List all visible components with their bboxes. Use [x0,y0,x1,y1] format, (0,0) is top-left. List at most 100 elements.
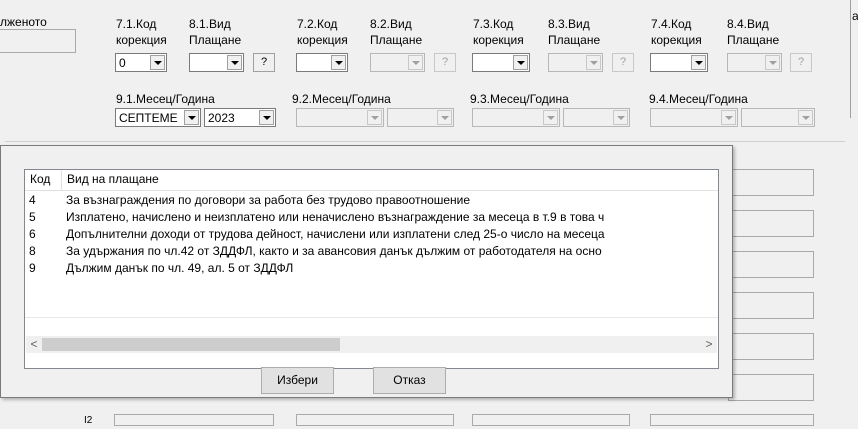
code-label-7-4: 7.4.Код [651,17,692,31]
code-combo-7-2[interactable] [296,53,348,72]
chevron-down-icon [367,110,382,125]
left-field[interactable] [0,29,76,53]
scroll-left-icon[interactable]: < [26,336,42,353]
bottom-field-4[interactable] [650,414,814,426]
left-field-label: лженото [0,15,47,29]
pay-combo-8-3 [548,53,603,72]
bottom-field-3[interactable] [472,414,630,426]
chevron-down-icon [543,110,558,125]
row-code: 8 [29,244,36,258]
section-divider [5,141,845,142]
bottom-label: I2 [84,415,93,426]
pay-label-8-3: 8.3.Вид [548,17,590,31]
year-combo-9-1[interactable]: 2023 [204,108,276,127]
chevron-down-icon [437,110,452,125]
pay-help-button-8-4: ? [790,53,812,72]
table-row[interactable]: 4 За възнаграждения по договори за работ… [25,192,718,209]
date-label-9-3: 9.3.Месец/Година [470,92,569,106]
cancel-button[interactable]: Отказ [373,367,446,394]
row-code: 5 [29,210,36,224]
code-value-7-1: 0 [119,56,126,70]
pay-help-button-8-3: ? [612,53,634,72]
chevron-down-icon [613,110,628,125]
row-description: Изплатено, начислено и неизплатено или н… [66,210,605,224]
row-description: Допълнителни доходи от трудова дейност, … [66,227,605,241]
year-value-9-1: 2023 [208,111,235,125]
month-combo-9-4 [650,108,738,127]
chevron-down-icon[interactable] [513,55,528,70]
grid-header: Код Вид на плащане [25,170,718,191]
date-label-9-1: 9.1.Месец/Година [116,92,215,106]
row-description: Дължим данък по чл. 49, ал. 5 от ЗДДФЛ [66,261,294,275]
month-combo-9-3 [472,108,560,127]
chevron-down-icon [798,110,813,125]
chevron-down-icon[interactable] [150,55,165,70]
chevron-down-icon [586,55,601,70]
code-combo-7-3[interactable] [472,53,530,72]
row-description: За удържания по чл.42 от ЗДДФЛ, както и … [66,244,602,258]
column-header-description[interactable]: Вид на плащане [62,170,718,190]
month-value-9-1: СЕПТЕМЕ [119,111,178,125]
year-combo-9-4 [741,108,815,127]
pay-sublabel-8-2: Плащане [370,33,423,47]
pay-label-8-2: 8.2.Вид [370,17,412,31]
code-label-7-3: 7.3.Код [473,17,514,31]
chevron-down-icon[interactable] [691,55,706,70]
month-combo-9-2 [296,108,384,127]
pay-sublabel-8-3: Плащане [548,33,601,47]
grid-divider [25,317,718,318]
chevron-down-icon[interactable] [184,110,199,125]
bg-field-2[interactable] [728,210,814,237]
code-label-7-2: 7.2.Код [297,17,338,31]
bg-field-5[interactable] [728,333,814,360]
bottom-field-1[interactable] [114,414,274,426]
code-combo-7-4[interactable] [650,53,708,72]
pay-sublabel-8-1: Плащане [189,33,242,47]
row-code: 9 [29,261,36,275]
scroll-right-icon[interactable]: > [701,336,717,353]
pay-sublabel-8-4: Плащане [727,33,780,47]
bg-field-1[interactable] [728,169,814,196]
payment-type-grid[interactable]: Код Вид на плащане 4 За възнаграждения п… [24,169,719,369]
bg-field-3[interactable] [728,251,814,278]
date-label-9-2: 9.2.Месец/Година [292,92,391,106]
code-sublabel-7-3: корекция [473,33,524,47]
code-sublabel-7-1: корекция [116,33,167,47]
year-combo-9-3 [563,108,630,127]
row-description: За възнаграждения по договори за работа … [66,193,471,207]
payment-type-popup: Код Вид на плащане 4 За възнаграждения п… [0,145,733,398]
scrollbar-thumb[interactable] [42,338,340,351]
row-code: 4 [29,193,36,207]
table-row[interactable]: 9 Дължим данък по чл. 49, ал. 5 от ЗДДФЛ [25,260,718,277]
pay-label-8-4: 8.4.Вид [727,17,769,31]
code-combo-7-1[interactable]: 0 [115,53,167,72]
chevron-down-icon [765,55,780,70]
code-sublabel-7-2: корекция [297,33,348,47]
column-header-code[interactable]: Код [25,170,62,190]
pay-combo-8-4 [727,53,782,72]
horizontal-scrollbar[interactable]: < > [26,336,717,353]
code-sublabel-7-4: корекция [651,33,702,47]
chevron-down-icon [721,110,736,125]
pay-combo-8-2 [370,53,425,72]
bottom-field-2[interactable] [296,414,454,426]
date-label-9-4: 9.4.Месец/Година [649,92,748,106]
table-row[interactable]: 5 Изплатено, начислено и неизплатено или… [25,209,718,226]
code-label-7-1: 7.1.Код [116,17,157,31]
pay-label-8-1: 8.1.Вид [189,17,231,31]
select-button[interactable]: Избери [261,367,334,394]
month-combo-9-1[interactable]: СЕПТЕМЕ [115,108,201,127]
pay-help-button-8-2: ? [434,53,456,72]
chevron-down-icon [408,55,423,70]
table-row[interactable]: 6 Допълнителни доходи от трудова дейност… [25,226,718,243]
chevron-down-icon[interactable] [331,55,346,70]
pay-help-button-8-1[interactable]: ? [253,53,275,72]
right-panel-edge [850,0,858,118]
chevron-down-icon[interactable] [259,110,274,125]
chevron-down-icon[interactable] [227,55,242,70]
table-row[interactable]: 8 За удържания по чл.42 от ЗДДФЛ, както … [25,243,718,260]
bg-field-6[interactable] [728,374,814,401]
bg-field-4[interactable] [728,292,814,319]
pay-combo-8-1[interactable] [189,53,244,72]
row-code: 6 [29,227,36,241]
